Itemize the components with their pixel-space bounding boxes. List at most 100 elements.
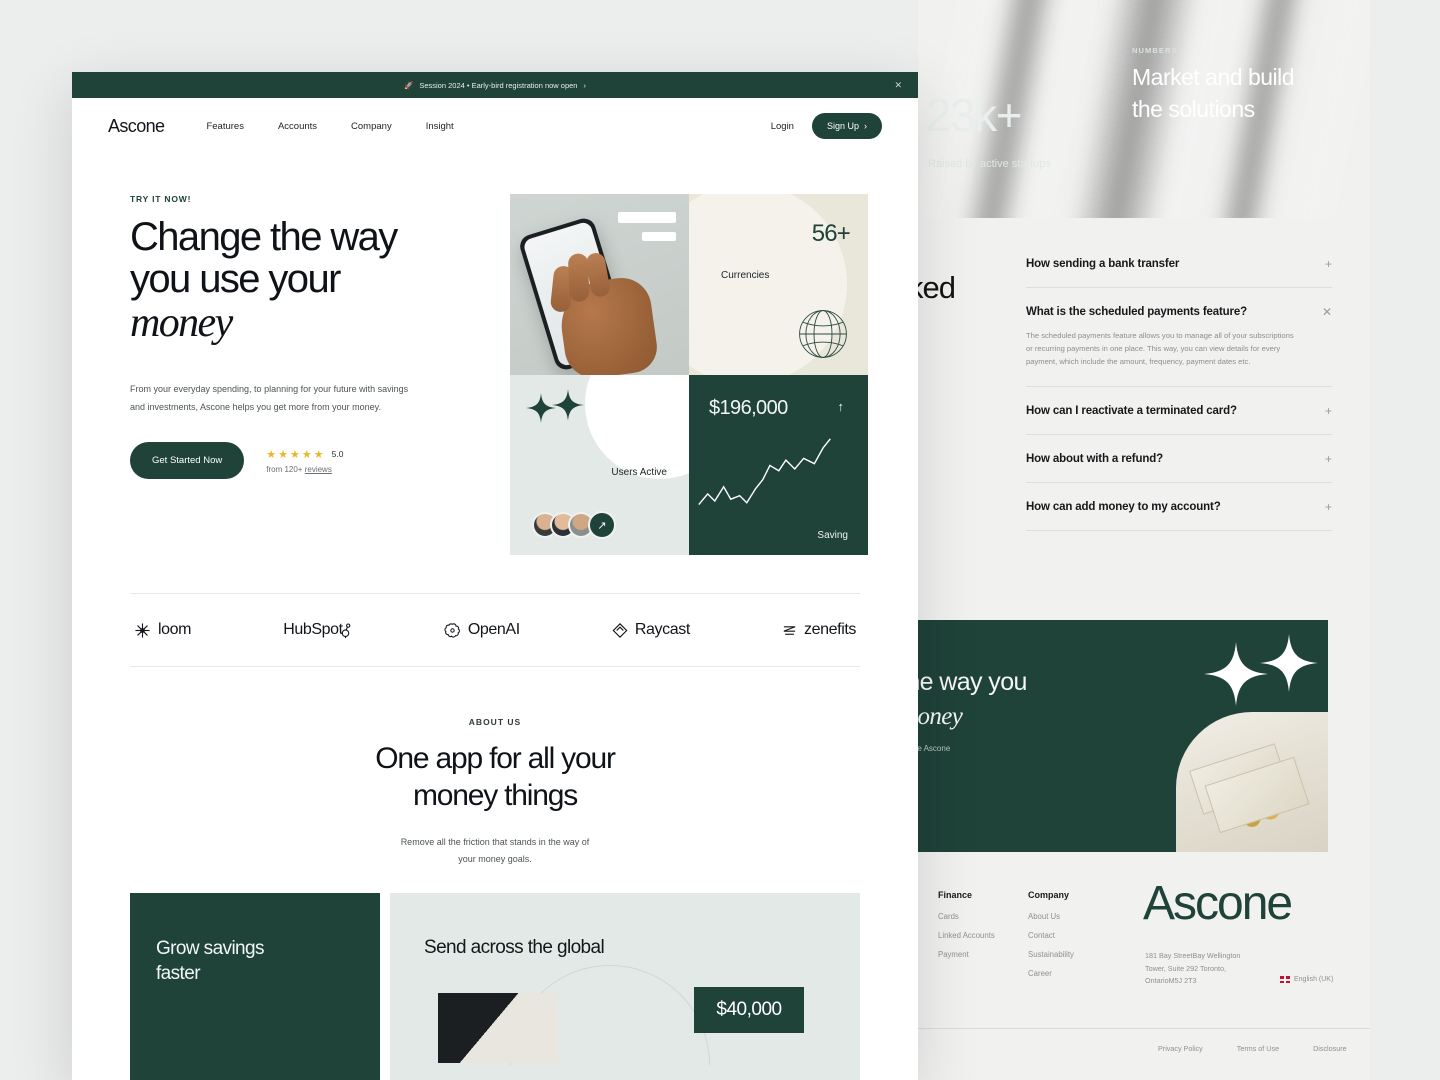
- faq-question: How can I reactivate a terminated card?: [1026, 405, 1237, 418]
- legal-link[interactable]: Terms of Use: [1237, 1044, 1279, 1053]
- stats-heading-line2: the solutions: [1132, 95, 1255, 122]
- footer-link[interactable]: Contact: [1028, 931, 1074, 940]
- navbar: Ascone Features Accounts Company Insight…: [72, 98, 918, 154]
- language-label: English (UK): [1294, 976, 1334, 983]
- rating-subtext: from 120+ reviews: [266, 465, 343, 474]
- plus-icon[interactable]: +: [1320, 404, 1332, 418]
- reviews-link[interactable]: reviews: [305, 465, 332, 474]
- close-icon[interactable]: ✕: [894, 80, 902, 91]
- hubspot-icon: [341, 622, 351, 638]
- faq-item[interactable]: What is the scheduled payments feature? …: [1026, 288, 1332, 388]
- brand-logo[interactable]: Ascone: [108, 116, 165, 137]
- announcement-bar[interactable]: 🚀 Session 2024 • Early-bird registration…: [72, 72, 918, 98]
- nav-item-insight[interactable]: Insight: [426, 121, 454, 132]
- zenefits-icon: [783, 625, 796, 635]
- logo-label: HubSpot: [283, 621, 343, 638]
- star-icon: ★: [289, 448, 300, 461]
- saving-amount: $196,000: [709, 396, 788, 419]
- faq-list: How sending a bank transfer + What is th…: [1026, 240, 1332, 532]
- signup-button[interactable]: Sign Up ›: [811, 113, 882, 139]
- about-title-line2: money things: [412, 778, 578, 812]
- logo-label: zenefits: [804, 621, 856, 638]
- signup-label: Sign Up: [826, 121, 859, 131]
- footer-brand-logo: Ascone: [1143, 877, 1293, 930]
- stats-eyebrow: NUMBERS: [1132, 46, 1178, 55]
- globe-icon: [799, 309, 847, 358]
- openai-icon: [444, 622, 460, 638]
- faq-item[interactable]: How can I reactivate a terminated card? …: [1026, 387, 1332, 436]
- footer-link[interactable]: Sustainability: [1028, 950, 1074, 959]
- stat-value: 23k+: [926, 89, 1023, 141]
- nav-item-accounts[interactable]: Accounts: [278, 121, 317, 132]
- sparkle-icon: [552, 388, 584, 421]
- faq-item[interactable]: How about with a refund? +: [1026, 435, 1332, 484]
- logo-strip: loom HubSpot OpenAI Raycast zenefits: [72, 594, 918, 666]
- footer-column-title: Finance: [938, 890, 973, 900]
- chevron-right-icon: ›: [583, 80, 586, 90]
- sparkle-icon: [1204, 642, 1268, 706]
- hero-title-italic: money: [130, 299, 233, 346]
- footer-link[interactable]: Linked Accounts: [938, 931, 995, 940]
- money-photo: [1176, 712, 1328, 852]
- footer-link[interactable]: Career: [1028, 969, 1074, 978]
- star-icon: ★: [301, 448, 312, 461]
- cta-heading-italic: money: [918, 702, 963, 730]
- close-icon[interactable]: ✕: [1320, 305, 1332, 319]
- plus-icon[interactable]: +: [1320, 257, 1332, 271]
- about-title: One app for all your money things: [72, 741, 918, 814]
- feature-card-title-line2: faster: [156, 962, 201, 984]
- logo-label: loom: [158, 621, 192, 638]
- plus-icon[interactable]: +: [1320, 500, 1332, 514]
- cta-paragraph-line1: choose Ascone: [918, 744, 951, 753]
- footer-link[interactable]: Payment: [938, 950, 995, 959]
- faq-item[interactable]: How sending a bank transfer +: [1026, 240, 1332, 288]
- get-started-button[interactable]: Get Started Now: [130, 442, 245, 480]
- nav-item-features[interactable]: Features: [206, 121, 244, 132]
- card-thumbnail: [438, 993, 558, 1064]
- feature-card-grow-savings[interactable]: Grow savings faster: [130, 893, 380, 1080]
- logo-loom: loom: [134, 621, 191, 639]
- tile-currencies: 56+ Currencies: [689, 194, 868, 375]
- trend-line-chart: [698, 437, 831, 505]
- logo-raycast: Raycast: [612, 621, 690, 639]
- feature-card-send-global[interactable]: Send across the global $40,000: [390, 893, 860, 1080]
- faq-answer: The scheduled payments feature allows yo…: [1026, 331, 1294, 367]
- nav-links: Features Accounts Company Insight: [206, 121, 453, 132]
- users-active-label: Users Active: [611, 466, 667, 478]
- hero-paragraph: From your everyday spending, to planning…: [130, 384, 409, 412]
- arrow-up-right-icon[interactable]: ↗: [588, 511, 616, 539]
- language-selector[interactable]: English (UK): [1280, 976, 1333, 983]
- logo-hubspot: HubSpot: [283, 621, 351, 639]
- currencies-label: Currencies: [721, 270, 770, 281]
- stats-heading-line1: Market and build: [1132, 64, 1295, 90]
- nav-actions: Login Sign Up ›: [771, 113, 882, 139]
- rating-stars: ★ ★ ★ ★ ★ 5.0: [266, 448, 343, 461]
- uk-flag-icon: [1280, 976, 1290, 983]
- faq-item[interactable]: How can add money to my account? +: [1026, 483, 1332, 532]
- tile-users-active: Users Active ↗: [510, 374, 689, 555]
- footer-address: 181 Bay StreetBay Wellington Tower, Suit…: [1145, 950, 1275, 988]
- footer-legal-links: Privacy Policy Terms of Use Disclosure: [1158, 1044, 1347, 1053]
- login-link[interactable]: Login: [771, 121, 794, 132]
- logo-zenefits: zenefits: [782, 621, 856, 639]
- address-line-3: OntarioM5J 2T3: [1145, 976, 1197, 986]
- rating-prefix: from 120+: [266, 464, 305, 474]
- star-icon: ★: [313, 448, 324, 461]
- plus-icon[interactable]: +: [1320, 452, 1332, 466]
- avatar-group: ↗: [532, 511, 616, 539]
- hand-shape: [549, 251, 661, 375]
- footer-link[interactable]: Cards: [938, 912, 995, 921]
- footer-link[interactable]: About Us: [1028, 912, 1074, 921]
- nav-item-company[interactable]: Company: [351, 121, 392, 132]
- tile-phone-photo: [510, 194, 689, 375]
- footer-column-title: Company: [1028, 890, 1070, 900]
- star-icon: ★: [266, 448, 277, 461]
- legal-link[interactable]: Privacy Policy: [1158, 1044, 1203, 1053]
- footer-column-company: Company About Us Contact Sustainability …: [1028, 890, 1074, 988]
- about-paragraph: Remove all the friction that stands in t…: [72, 834, 918, 867]
- about-eyebrow: ABOUT US: [468, 717, 522, 727]
- legal-link[interactable]: Disclosure: [1313, 1044, 1347, 1053]
- tile-saving-chart: $196,000 ↑ Saving: [689, 374, 868, 555]
- cta-paragraph: choose Ascone nking.: [918, 742, 1106, 772]
- faq-question: What is the scheduled payments feature?: [1026, 306, 1248, 318]
